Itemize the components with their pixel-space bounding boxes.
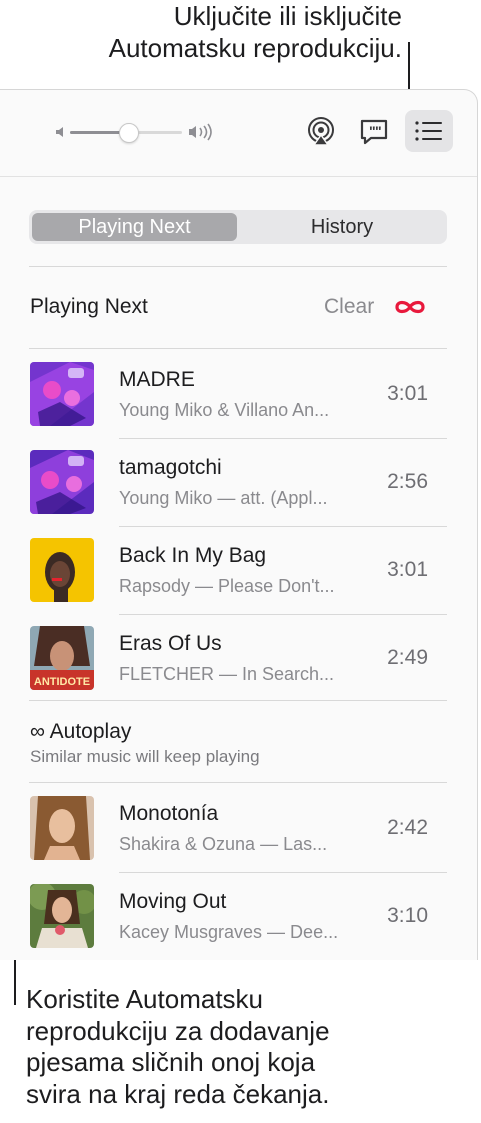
album-art <box>30 450 94 514</box>
queue-button[interactable] <box>405 110 453 152</box>
callout-line: Automatsku reprodukciju. <box>108 33 402 63</box>
track-subtitle: Rapsody — Please Don't... <box>119 576 335 596</box>
divider <box>29 782 447 783</box>
track-duration: 2:42 <box>387 816 428 839</box>
track-title: Monotonía <box>119 802 219 825</box>
svg-text:": " <box>375 123 382 139</box>
divider <box>29 700 447 701</box>
lyrics-icon[interactable]: " " <box>358 116 390 148</box>
autoplay-subtitle: Similar music will keep playing <box>30 747 260 766</box>
track-title: Moving Out <box>119 890 227 913</box>
autoplay-title: ∞ Autoplay <box>30 720 132 743</box>
album-art <box>30 538 94 602</box>
track-duration: 2:49 <box>387 646 428 669</box>
callout-line: svira na kraj reda čekanja. <box>26 1078 330 1109</box>
track-duration: 3:01 <box>387 382 428 405</box>
track-title: Eras Of Us <box>119 632 222 655</box>
callout-autoplay-description: Koristite Automatsku reprodukciju za dod… <box>26 984 466 1110</box>
speaker-high-icon <box>189 123 212 141</box>
track-subtitle: Shakira & Ozuna — Las... <box>119 834 328 854</box>
callout-line: pjesama sličnih onoj koja <box>26 1047 316 1077</box>
track-subtitle: Kacey Musgraves — Dee... <box>119 922 339 942</box>
track-duration: 3:10 <box>387 904 428 927</box>
track-subtitle: FLETCHER — In Search... <box>119 664 335 684</box>
queue-segmented-control: Playing Next History <box>29 210 447 244</box>
divider <box>29 266 447 267</box>
track-title: MADRE <box>119 368 195 391</box>
clear-button[interactable]: Clear <box>324 295 374 319</box>
tab-history[interactable]: History <box>240 213 444 241</box>
toolbar-divider <box>0 176 477 177</box>
autoplay-track-row[interactable]: Moving Out Kacey Musgraves — Dee... 3:10 <box>0 872 477 960</box>
album-art: ANTIDOTE <box>30 626 94 690</box>
track-row[interactable]: ANTIDOTE Eras Of Us FLETCHER — In Search… <box>0 614 477 702</box>
section-title: Playing Next <box>30 295 148 318</box>
track-title: Back In My Bag <box>119 544 267 567</box>
callout-line: reprodukciju za dodavanje <box>26 1015 330 1046</box>
album-art-text: ANTIDOTE <box>34 676 90 688</box>
playing-next-panel: " " Playing Next History Playing Next Cl… <box>0 89 478 960</box>
track-subtitle: Young Miko — att. (Appl... <box>119 488 328 508</box>
volume-slider[interactable] <box>70 123 182 143</box>
callout-autoplay-toggle: Uključite ili isključite Automatsku repr… <box>40 0 402 64</box>
autoplay-infinity-icon[interactable] <box>391 290 429 324</box>
album-art <box>30 362 94 426</box>
volume-slider-knob[interactable] <box>119 123 140 143</box>
callout-line: Uključite ili isključite <box>173 1 402 31</box>
track-duration: 3:01 <box>387 558 428 581</box>
album-art <box>30 884 94 948</box>
airplay-icon[interactable] <box>305 115 337 147</box>
autoplay-track-row[interactable]: Monotonía Shakira & Ozuna — Las... 2:42 <box>0 784 477 872</box>
track-row[interactable]: MADRE Young Miko & Villano An... 3:01 <box>0 350 477 438</box>
callout-line: Koristite Automatsku <box>26 984 263 1014</box>
album-art <box>30 796 94 860</box>
queue-list-icon <box>415 121 442 141</box>
divider <box>29 348 447 349</box>
track-duration: 2:56 <box>387 470 428 493</box>
track-row[interactable]: Back In My Bag Rapsody — Please Don't...… <box>0 526 477 614</box>
tab-playing-next[interactable]: Playing Next <box>32 213 237 241</box>
track-subtitle: Young Miko & Villano An... <box>119 400 330 420</box>
track-row[interactable]: tamagotchi Young Miko — att. (Appl... 2:… <box>0 438 477 526</box>
speaker-low-icon <box>56 127 63 137</box>
track-title: tamagotchi <box>119 456 222 479</box>
